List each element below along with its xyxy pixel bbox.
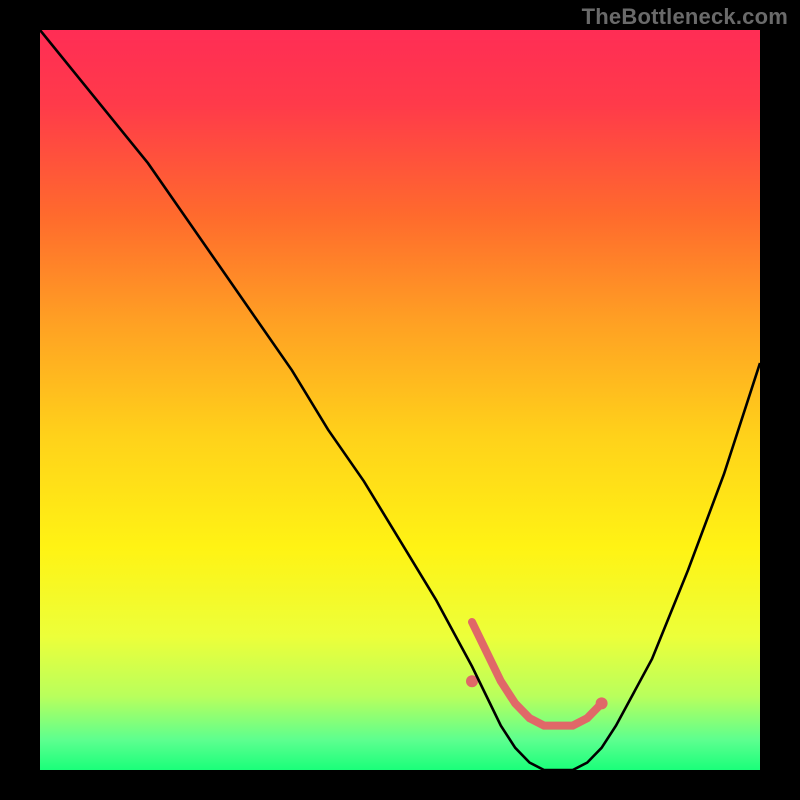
chart-stage: TheBottleneck.com bbox=[0, 0, 800, 800]
watermark-text: TheBottleneck.com bbox=[582, 4, 788, 30]
accent-dot-right bbox=[596, 697, 608, 709]
bottleneck-plot bbox=[0, 0, 800, 800]
